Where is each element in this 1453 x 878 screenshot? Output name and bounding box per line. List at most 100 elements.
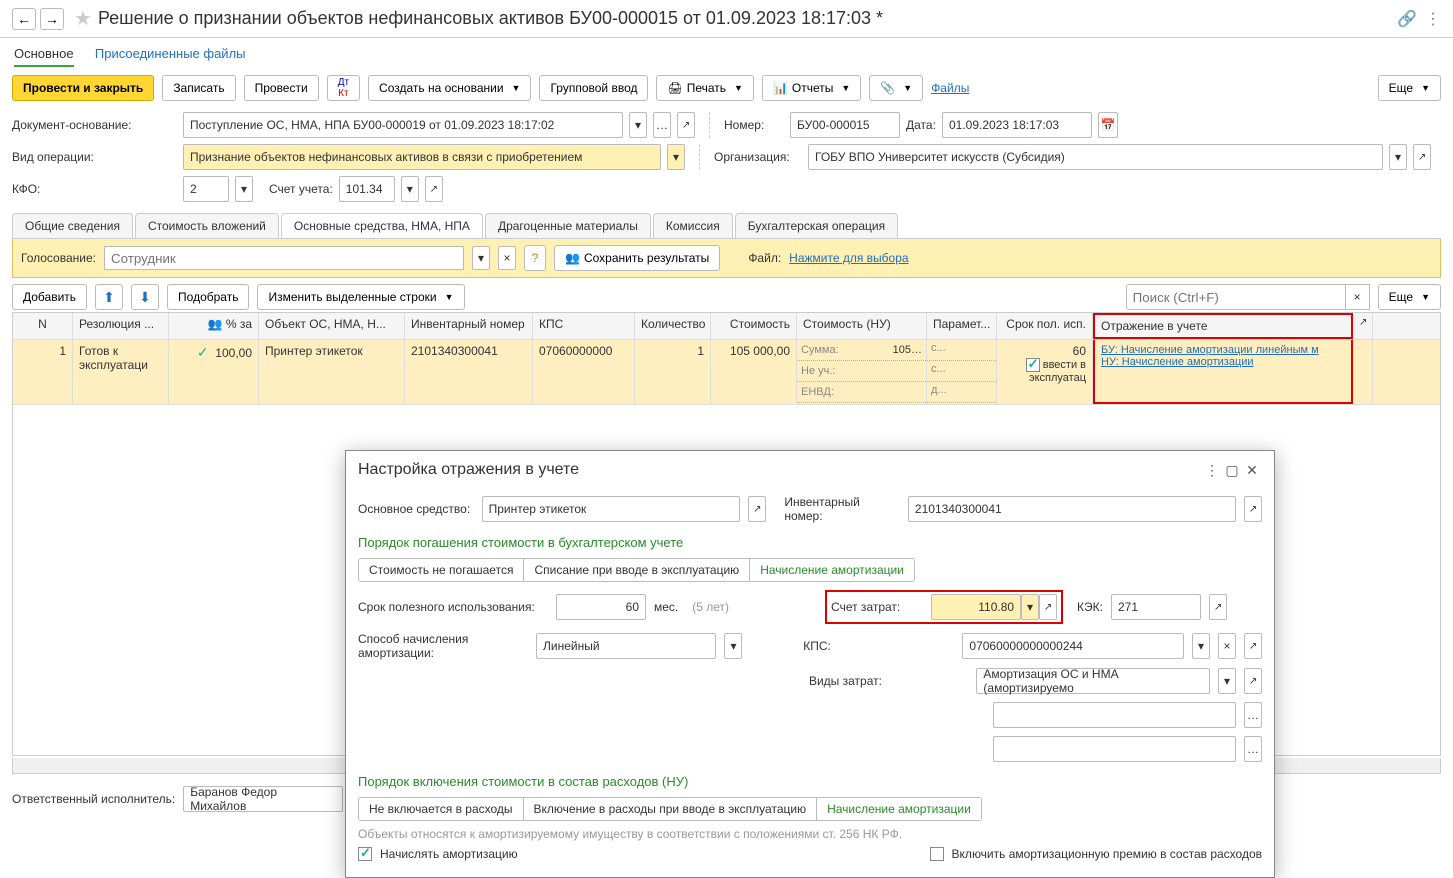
extra-field-1[interactable]: [993, 702, 1236, 728]
files-link[interactable]: Файлы: [931, 81, 969, 95]
op-field[interactable]: Признание объектов нефинансовых активов …: [183, 144, 661, 170]
close-icon[interactable]: ✕: [1242, 462, 1262, 479]
doc-base-field[interactable]: Поступление ОС, НМА, НПА БУ00-000019 от …: [183, 112, 623, 138]
kek-field[interactable]: 271: [1111, 594, 1201, 620]
save-results-button[interactable]: 👥 Сохранить результаты: [554, 245, 720, 271]
external-icon[interactable]: ↗: [1244, 633, 1262, 659]
dd-icon[interactable]: ▾: [472, 246, 490, 270]
ellipsis-icon[interactable]: …: [1244, 702, 1262, 728]
number-field[interactable]: БУ00-000015: [790, 112, 900, 138]
post-button[interactable]: Провести: [244, 75, 319, 101]
favorite-star-icon[interactable]: ★: [74, 6, 92, 31]
premium-checkbox[interactable]: [930, 847, 944, 861]
page-title: Решение о признании объектов нефинансовы…: [98, 8, 1397, 29]
maximize-icon[interactable]: ▢: [1222, 462, 1242, 479]
external-icon[interactable]: ↗: [1244, 496, 1262, 522]
col-sumnu: Стоимость (НУ): [797, 313, 927, 339]
help-button[interactable]: ?: [524, 245, 546, 271]
cost-type-field[interactable]: Амортизация ОС и НМА (амортизируемо: [976, 668, 1210, 694]
external-icon[interactable]: ↗: [425, 176, 443, 202]
nav-back[interactable]: ←: [12, 8, 36, 30]
attach-button[interactable]: 📎▼: [869, 75, 923, 101]
kps-label: КПС:: [803, 639, 892, 653]
tab-general[interactable]: Общие сведения: [12, 213, 133, 238]
link-icon[interactable]: 🔗: [1397, 9, 1417, 29]
bu-method-group[interactable]: Стоимость не погашается Списание при вво…: [358, 558, 915, 582]
move-down-button[interactable]: ⬇: [131, 284, 159, 310]
move-up-button[interactable]: ⬆: [95, 284, 123, 310]
dd-icon[interactable]: ▾: [401, 176, 419, 202]
tab-commission[interactable]: Комиссия: [653, 213, 733, 238]
op-label: Вид операции:: [12, 150, 177, 164]
external-icon[interactable]: ↗: [1413, 144, 1431, 170]
search-input[interactable]: [1126, 284, 1346, 310]
subnav-main[interactable]: Основное: [14, 46, 74, 67]
external-icon[interactable]: ↗: [677, 112, 695, 138]
clear-icon[interactable]: ×: [498, 246, 516, 270]
org-field[interactable]: ГОБУ ВПО Университет искусств (Субсидия): [808, 144, 1383, 170]
post-and-close-button[interactable]: Провести и закрыть: [12, 75, 154, 101]
table-row[interactable]: 1 Готов к эксплуатаци ✓ 100,00 Принтер э…: [13, 340, 1440, 405]
tab-investments[interactable]: Стоимость вложений: [135, 213, 279, 238]
external-icon[interactable]: ↗: [1039, 594, 1057, 620]
acct-field[interactable]: 101.34: [339, 176, 395, 202]
os-field[interactable]: Принтер этикеток: [482, 496, 741, 522]
kps-field[interactable]: 07060000000000244: [962, 633, 1184, 659]
external-icon[interactable]: ↗: [1244, 668, 1262, 694]
ellipsis-icon[interactable]: …: [1244, 736, 1262, 762]
group-input-button[interactable]: Групповой ввод: [539, 75, 648, 101]
tab-assets[interactable]: Основные средства, НМА, НПА: [281, 213, 483, 238]
print-button[interactable]: 🖨 Печать▼: [656, 75, 753, 101]
external-icon[interactable]: ↗: [748, 496, 766, 522]
tab-precious[interactable]: Драгоценные материалы: [485, 213, 651, 238]
subnav-files[interactable]: Присоединенные файлы: [95, 46, 246, 61]
responsible-field[interactable]: Баранов Федор Михайлов: [183, 786, 343, 812]
dd-icon[interactable]: ▾: [667, 144, 685, 170]
col-par: Парамет...: [927, 313, 997, 339]
method-field[interactable]: Линейный: [536, 633, 716, 659]
pick-button[interactable]: Подобрать: [167, 284, 249, 310]
dd-icon[interactable]: ▾: [235, 176, 253, 202]
reports-button[interactable]: 📊 Отчеты▼: [762, 75, 861, 101]
clear-search-icon[interactable]: ×: [1346, 284, 1370, 310]
kebab-menu-icon[interactable]: ⋮: [1425, 9, 1441, 29]
dd-icon[interactable]: ▾: [1192, 633, 1210, 659]
add-button[interactable]: Добавить: [12, 284, 87, 310]
create-based-on-button[interactable]: Создать на основании▼: [368, 75, 531, 101]
dd-icon[interactable]: ▾: [1389, 144, 1407, 170]
clear-icon[interactable]: ×: [1218, 633, 1236, 659]
external-icon[interactable]: ↗: [1209, 594, 1227, 620]
dd-icon[interactable]: ▾: [724, 633, 742, 659]
reflection-bu-link[interactable]: БУ: Начисление амортизации линейным м: [1101, 344, 1345, 356]
inv-field[interactable]: 2101340300041: [908, 496, 1236, 522]
dt-kt-button[interactable]: ДтКт: [327, 75, 360, 101]
amortize-checkbox[interactable]: [358, 847, 372, 861]
col-inv: Инвентарный номер: [405, 313, 533, 339]
life-field[interactable]: 60: [556, 594, 646, 620]
check-icon: ✓: [197, 344, 209, 360]
file-choose-link[interactable]: Нажмите для выбора: [789, 251, 908, 265]
section-bu-title: Порядок погашения стоимости в бухгалтерс…: [358, 527, 1262, 554]
calendar-icon[interactable]: 📅: [1098, 112, 1118, 138]
put-into-use-checkbox[interactable]: [1026, 358, 1040, 372]
employee-input[interactable]: [104, 246, 464, 270]
cost-acc-field[interactable]: 110.80: [931, 594, 1021, 620]
tab-accounting-op[interactable]: Бухгалтерская операция: [735, 213, 898, 238]
extra-field-2[interactable]: [993, 736, 1236, 762]
dd-icon[interactable]: ▾: [1218, 668, 1236, 694]
save-button[interactable]: Записать: [162, 75, 235, 101]
reflection-nu-link[interactable]: НУ: Начисление амортизации: [1101, 356, 1345, 368]
change-rows-button[interactable]: Изменить выделенные строки▼: [257, 284, 464, 310]
more2-button[interactable]: Еще▼: [1378, 284, 1441, 310]
nav-fwd[interactable]: →: [40, 8, 64, 30]
nu-method-group[interactable]: Не включается в расходы Включение в расх…: [358, 797, 982, 821]
kebab-menu-icon[interactable]: ⋮: [1202, 462, 1222, 479]
date-field[interactable]: 01.09.2023 18:17:03: [942, 112, 1092, 138]
ellipsis-icon[interactable]: …: [653, 112, 671, 138]
kfo-field[interactable]: 2: [183, 176, 229, 202]
more-button[interactable]: Еще▼: [1378, 75, 1441, 101]
people-icon: 👥: [565, 251, 580, 265]
external-icon[interactable]: ↗: [1353, 313, 1373, 339]
dd-icon[interactable]: ▾: [629, 112, 647, 138]
dd-icon[interactable]: ▾: [1021, 594, 1039, 620]
